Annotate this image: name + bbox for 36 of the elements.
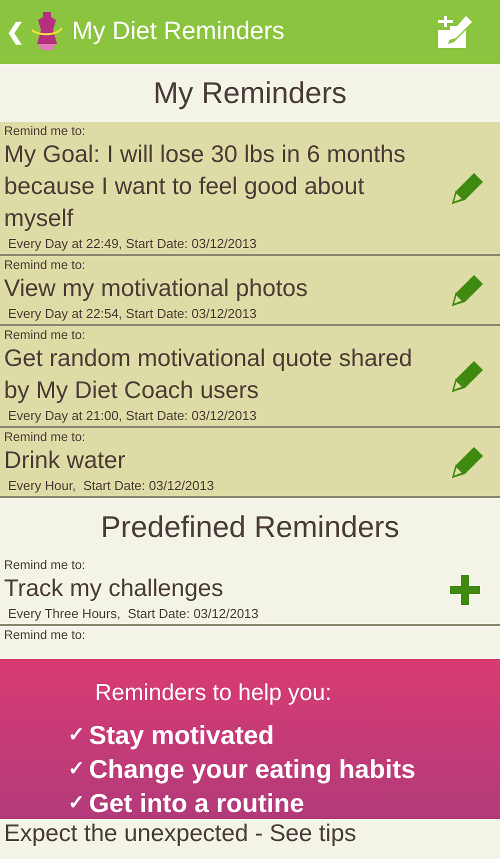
pencil-icon[interactable] [450,359,484,393]
reminder-title: Get random motivational quote shared by My Diet Coach users [4,344,414,406]
schedule-text: Every Three Hours, Start Date: 03/12/2013 [7,605,259,623]
reminder-title: Track my challenges [4,574,224,604]
schedule-text: Every Day at 22:54, Start Date: 03/12/2013 [7,305,257,323]
schedule-text: Every Day at 21:00, Start Date: 03/12/2013 [7,407,257,425]
schedule-text: Every Hour, Start Date: 03/12/2013 [7,477,214,495]
remind-label: Remind me to: [4,123,86,139]
reminder-title: My Goal: I will lose 30 lbs in 6 months because I want to feel good about myself [4,140,406,234]
remind-label: Remind me to: [4,429,86,445]
app-title: My Diet Reminders [72,16,285,48]
check-icon: ✓ [68,724,85,744]
reminder-title: Drink water [4,446,126,476]
check-icon: ✓ [68,758,85,778]
reminder-row[interactable]: Remind me to: View my motivational photos Every Day at 22:54, Start Date: 03/12/2013 [0,256,500,326]
remind-label: Remind me to: [4,557,86,573]
reminder-title[interactable]: Expect the unexpected - See tips [4,819,356,849]
banner-heading: Reminders to help you: [95,678,332,707]
plus-icon[interactable] [450,575,480,605]
schedule-text: Every Day at 22:49, Start Date: 03/12/2013 [7,235,257,253]
reminder-title: View my motivational photos [4,274,309,304]
reminder-row[interactable]: Remind me to: My Goal: I will lose 30 lbs in 6 months because I want to feel good about myself Every Day at 22:49, Start Date: 03/12/2013 [0,122,500,256]
benefit-text: Stay motivated [89,718,274,750]
reminder-row[interactable]: Remind me to: Get random motivational quote shared by My Diet Coach users Every Day at 21:00, Start Date: 03/12/2013 [0,326,500,428]
section-heading: Predefined Reminders [100,510,400,546]
pencil-icon[interactable] [450,445,484,479]
benefit-text: Get into a routine [89,786,304,818]
remind-label: Remind me to: [4,627,86,643]
reminder-row[interactable]: Remind me to: Drink water Every Hour, Start Date: 03/12/2013 [0,428,500,498]
pencil-icon[interactable] [450,171,484,205]
remind-label: Remind me to: [4,257,86,273]
pencil-icon[interactable] [450,273,484,307]
check-icon: ✓ [68,792,85,812]
benefit-text: Change your eating habits [89,752,416,784]
remind-label: Remind me to: [4,327,86,343]
section-heading: My Reminders [153,76,347,112]
